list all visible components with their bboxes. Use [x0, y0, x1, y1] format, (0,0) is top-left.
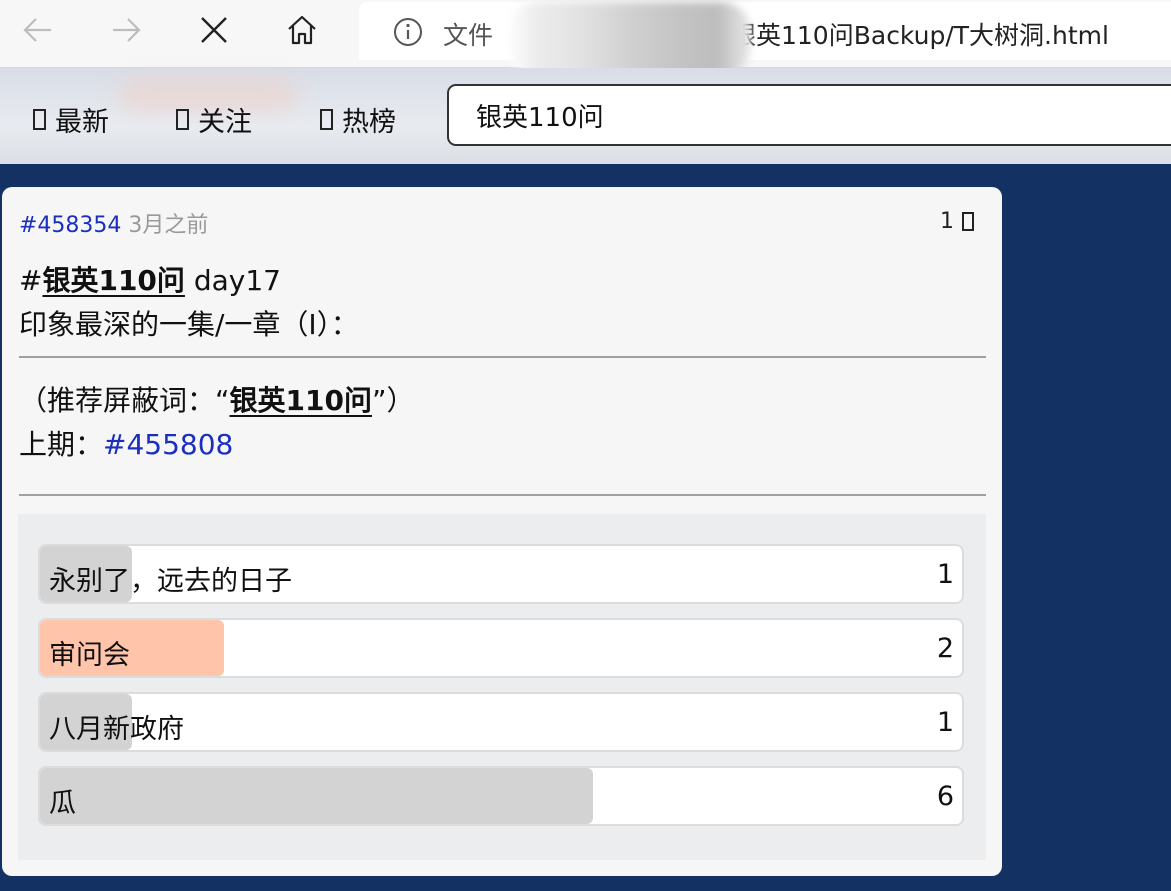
poll-option-label: 瓜: [49, 788, 76, 819]
like-icon: [962, 212, 974, 231]
home-icon: [288, 15, 316, 45]
like-button[interactable]: 1: [940, 209, 974, 234]
home-button[interactable]: [280, 8, 324, 52]
back-arrow-icon: [23, 18, 51, 42]
previous-label: 上期：: [19, 428, 104, 461]
tab-latest[interactable]: 最新: [33, 102, 109, 138]
post-subtitle: 印象最深的一集/一章（Ⅰ）：: [19, 308, 359, 341]
poll-option-label: 八月新政府: [49, 714, 184, 745]
recommend-word-link[interactable]: 银英110问: [230, 384, 372, 417]
post-header: #458354 3月之前: [19, 207, 208, 239]
trending-icon: [320, 108, 333, 130]
post-notes-block: （推荐屏蔽词：“银英110问”） 上期：#455808: [19, 379, 985, 467]
stop-button[interactable]: [192, 8, 236, 52]
post-card: #458354 3月之前 1 #银英110问 day17 印象最深的一集/一章（…: [2, 187, 1002, 876]
recommend-suffix: ”）: [371, 384, 415, 417]
post-title-line: #银英110问 day17: [19, 259, 985, 303]
tab-trending[interactable]: 热榜: [320, 102, 396, 138]
redacted-url-blur: [507, 2, 751, 76]
post-timestamp: 3月之前: [128, 213, 209, 238]
poll-option-label: 永别了，远去的日子: [49, 566, 292, 597]
info-icon[interactable]: [393, 17, 423, 47]
post-id-link[interactable]: #458354: [19, 213, 121, 238]
divider: [19, 494, 986, 496]
poll: 永别了，远去的日子 1 审问会 2 八月新政府 1 瓜 6: [18, 514, 986, 860]
tab-following[interactable]: 关注: [176, 102, 252, 138]
file-scheme-label: 文件: [443, 21, 494, 50]
browser-toolbar: 文件 银英110问Backup/T大树洞.html: [0, 0, 1171, 76]
latest-icon: [33, 108, 46, 130]
forward-button[interactable]: [104, 8, 148, 52]
hash-prefix: #: [19, 264, 43, 297]
poll-option[interactable]: 审问会 2: [38, 618, 964, 678]
url-text[interactable]: 银英110问Backup/T大树洞.html: [731, 16, 1109, 52]
following-icon: [176, 108, 189, 130]
tab-latest-label: 最新: [55, 106, 109, 138]
poll-option-bar: [40, 768, 594, 824]
poll-option[interactable]: 八月新政府 1: [38, 692, 964, 752]
tab-trending-label: 热榜: [342, 106, 396, 138]
search-input[interactable]: [447, 84, 1171, 146]
poll-option-count: 6: [936, 781, 954, 812]
poll-option-label: 审问会: [49, 640, 130, 671]
poll-option-count: 2: [936, 633, 954, 664]
post-title-block: #银英110问 day17 印象最深的一集/一章（Ⅰ）：: [19, 259, 985, 347]
poll-option[interactable]: 永别了，远去的日子 1: [38, 544, 964, 604]
app-toolbar: 最新 关注 热榜: [0, 68, 1171, 164]
recommend-line: （推荐屏蔽词：“银英110问”）: [19, 379, 985, 423]
previous-line: 上期：#455808: [19, 423, 985, 467]
back-button[interactable]: [16, 8, 60, 52]
topic-tag-link[interactable]: 银英110问: [42, 264, 184, 297]
post-title-suffix: day17: [184, 264, 281, 297]
tab-following-label: 关注: [198, 106, 252, 138]
divider: [19, 356, 986, 358]
address-bar[interactable]: 文件 银英110问Backup/T大树洞.html: [359, 2, 1171, 76]
recommend-prefix: （推荐屏蔽词：“: [19, 384, 230, 417]
previous-post-link[interactable]: #455808: [103, 428, 233, 461]
poll-option-count: 1: [936, 559, 954, 590]
poll-option-count: 1: [936, 707, 954, 738]
close-icon: [201, 17, 227, 43]
forward-arrow-icon: [113, 18, 141, 42]
like-count: 1: [940, 209, 954, 234]
poll-option[interactable]: 瓜 6: [38, 766, 964, 826]
